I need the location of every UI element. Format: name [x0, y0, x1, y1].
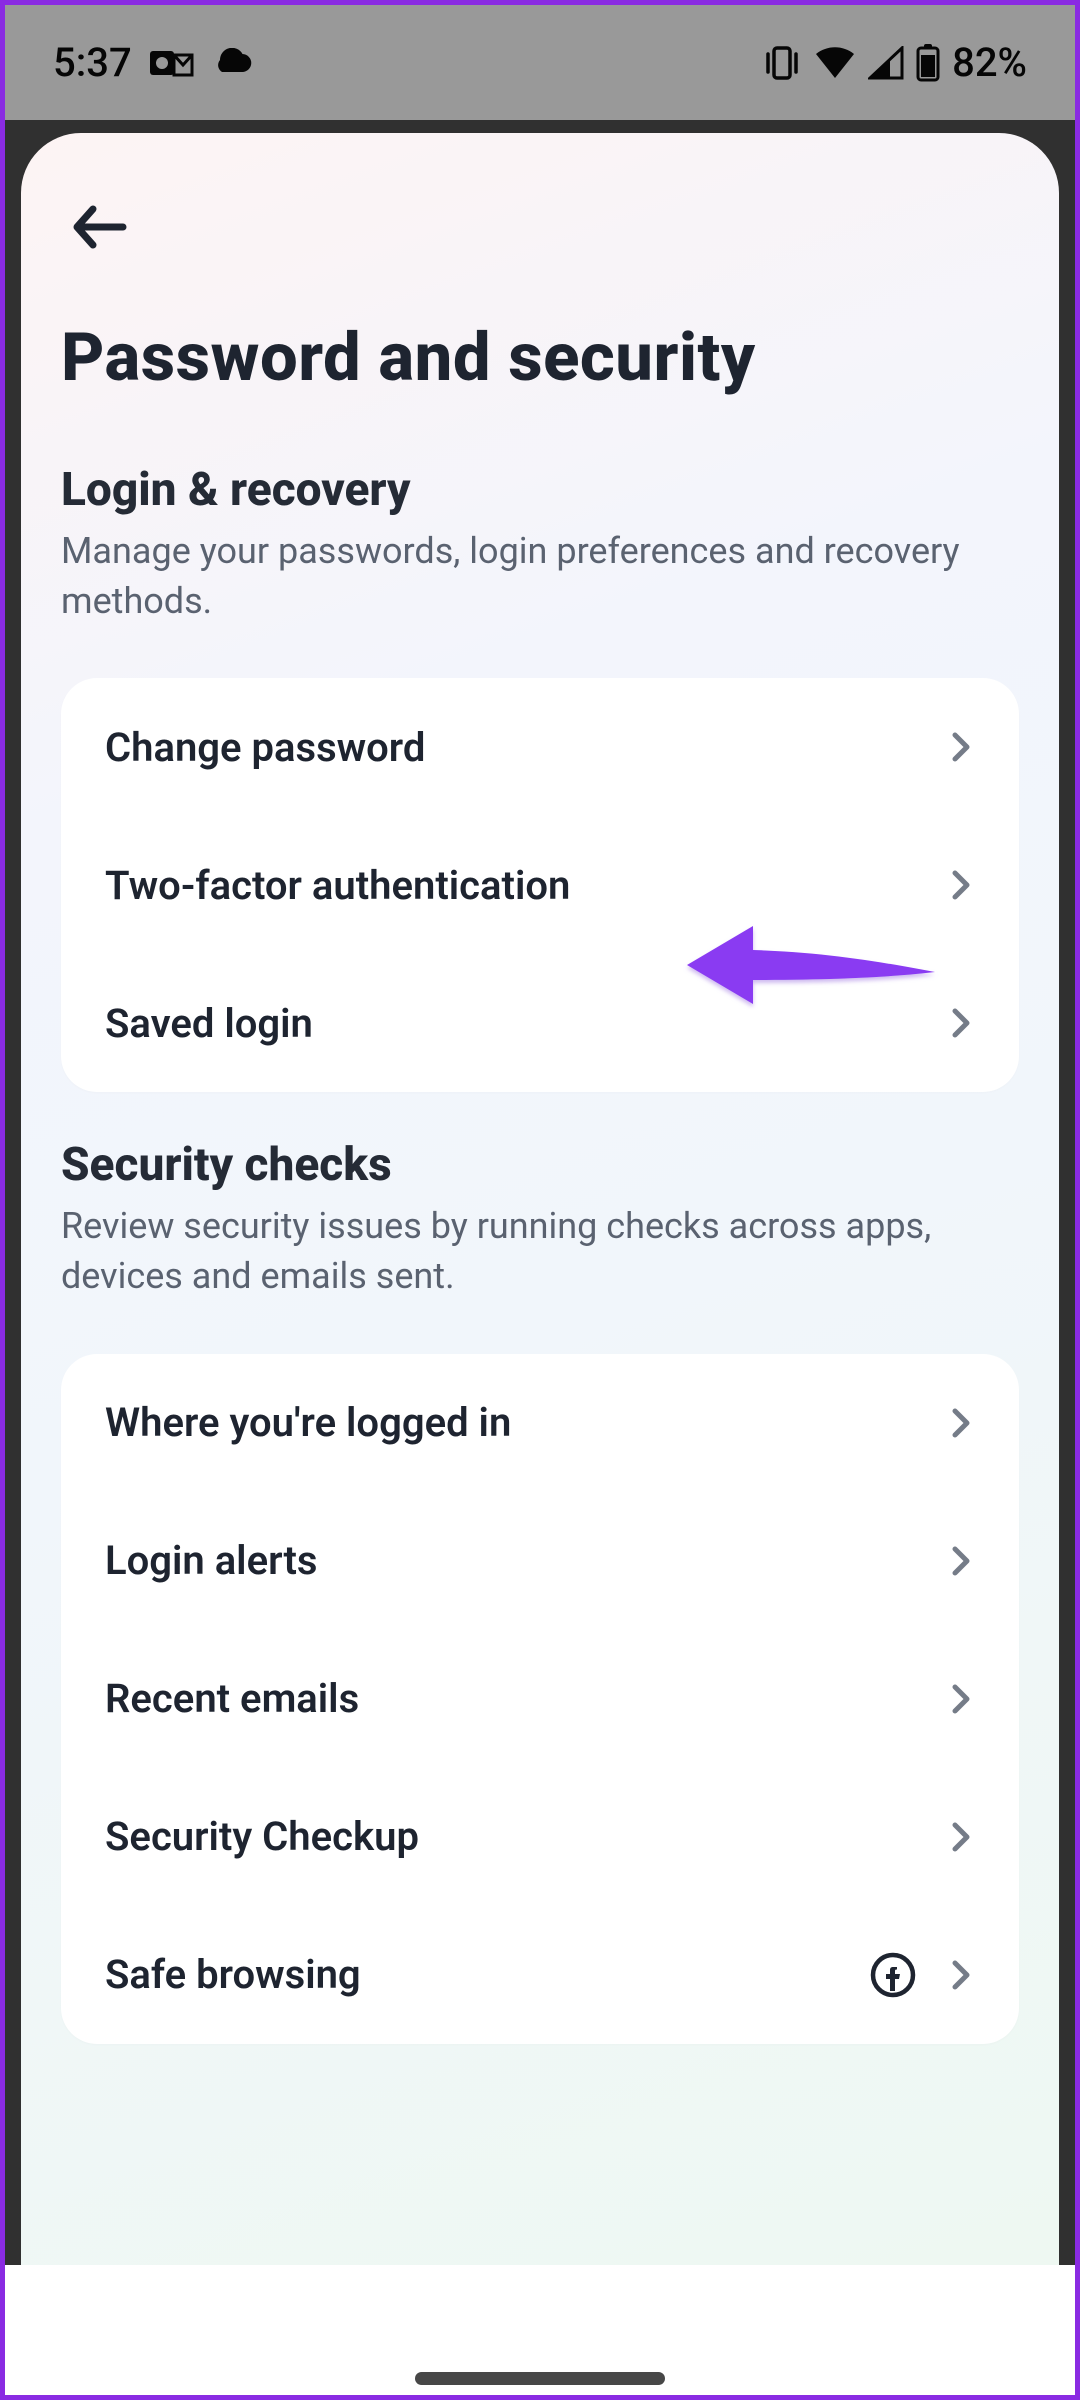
- security-checks-card: Where you're logged in Login alerts Rece…: [61, 1354, 1019, 2044]
- back-button[interactable]: [59, 187, 139, 267]
- row-two-factor-authentication[interactable]: Two-factor authentication: [61, 816, 1019, 954]
- section-title-login-recovery: Login & recovery: [21, 417, 1059, 521]
- chevron-right-icon: [947, 1007, 975, 1039]
- section-title-security-checks: Security checks: [21, 1092, 1059, 1196]
- wifi-icon: [814, 46, 856, 80]
- status-bar: 5:37: [5, 5, 1075, 120]
- chevron-right-icon: [947, 869, 975, 901]
- page-title: Password and security: [21, 267, 1059, 417]
- section-desc-security-checks: Review security issues by running checks…: [21, 1196, 1059, 1301]
- facebook-icon: [869, 1951, 917, 1999]
- row-safe-browsing[interactable]: Safe browsing: [61, 1906, 1019, 2044]
- login-recovery-card: Change password Two-factor authenticatio…: [61, 678, 1019, 1092]
- settings-sheet: Password and security Login & recovery M…: [21, 133, 1059, 2265]
- chevron-right-icon: [947, 1407, 975, 1439]
- row-label: Recent emails: [105, 1675, 359, 1722]
- row-label: Change password: [105, 724, 425, 771]
- row-security-checkup[interactable]: Security Checkup: [61, 1768, 1019, 1906]
- row-label: Safe browsing: [105, 1951, 361, 1998]
- row-change-password[interactable]: Change password: [61, 678, 1019, 816]
- row-label: Where you're logged in: [105, 1399, 511, 1446]
- row-label: Saved login: [105, 1000, 313, 1047]
- signal-icon: [868, 46, 904, 80]
- row-label: Security Checkup: [105, 1813, 419, 1860]
- chevron-right-icon: [947, 1959, 975, 1991]
- status-time: 5:37: [53, 39, 132, 86]
- cloud-icon: [212, 48, 254, 78]
- battery-icon: [916, 44, 940, 82]
- battery-percent: 82%: [952, 39, 1027, 86]
- arrow-left-icon: [71, 203, 127, 251]
- vibrate-icon: [762, 44, 802, 82]
- row-where-logged-in[interactable]: Where you're logged in: [61, 1354, 1019, 1492]
- chevron-right-icon: [947, 731, 975, 763]
- chevron-right-icon: [947, 1545, 975, 1577]
- row-label: Two-factor authentication: [105, 862, 570, 909]
- row-saved-login[interactable]: Saved login: [61, 954, 1019, 1092]
- outlook-icon: [150, 45, 194, 81]
- chevron-right-icon: [947, 1821, 975, 1853]
- home-indicator[interactable]: [415, 2372, 665, 2385]
- row-recent-emails[interactable]: Recent emails: [61, 1630, 1019, 1768]
- row-login-alerts[interactable]: Login alerts: [61, 1492, 1019, 1630]
- chevron-right-icon: [947, 1683, 975, 1715]
- row-label: Login alerts: [105, 1537, 317, 1584]
- section-desc-login-recovery: Manage your passwords, login preferences…: [21, 521, 1059, 626]
